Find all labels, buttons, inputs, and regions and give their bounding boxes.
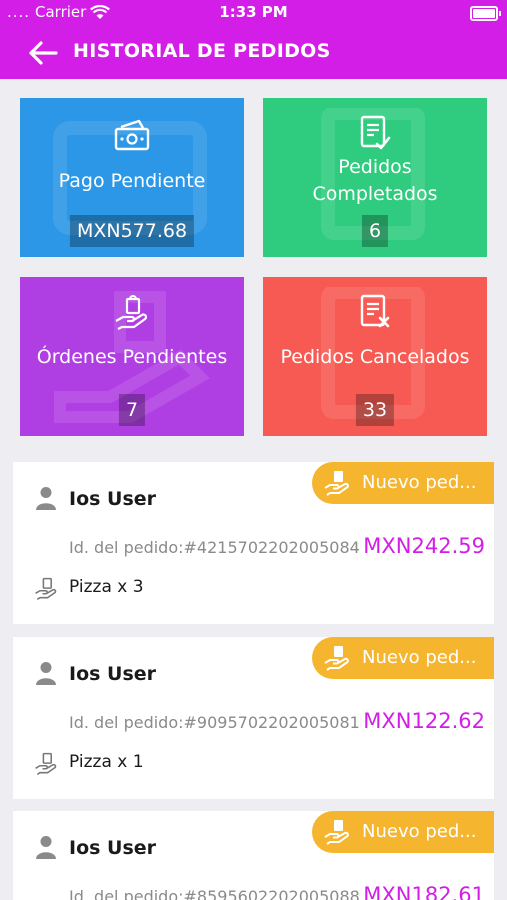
user-icon [36,836,56,859]
tile-pedidos-completados[interactable]: Pedidos Completados 6 [263,98,487,257]
order-items: Pizza x 1 [69,752,144,772]
back-arrow-icon[interactable] [26,38,60,68]
order-card[interactable]: Nuevo ped... Ios User Id. del pedido:#42… [13,462,494,624]
customer-name: Ios User [69,663,157,685]
user-icon [36,662,56,685]
app-header: .... Carrier 1:33 PM HISTORIAL DE PEDIDO… [0,0,507,79]
order-amount: MXN182.61 [363,883,485,900]
order-status-badge[interactable]: Nuevo ped... [312,811,494,853]
tile-label: Pedidos Completados [312,156,438,205]
badge-label: Nuevo ped... [362,472,477,493]
hand-bag-icon [35,752,57,776]
tile-label: Pago Pendiente [58,170,206,192]
money-icon [114,119,150,151]
order-status-badge[interactable]: Nuevo ped... [312,637,494,679]
order-card[interactable]: Nuevo ped... Ios User Id. del pedido:#90… [13,637,494,799]
tile-value: 6 [361,215,389,247]
badge-label: Nuevo ped... [362,647,477,668]
tile-label: Órdenes Pendientes [36,346,228,368]
customer-name: Ios User [69,837,157,859]
order-card[interactable]: Nuevo ped... Ios User Id. del pedido:#85… [13,811,494,900]
tile-pedidos-cancelados[interactable]: Pedidos Cancelados 33 [263,277,487,436]
document-check-icon [360,115,391,150]
hand-bag-icon [35,577,57,601]
customer-name: Ios User [69,488,157,510]
hand-bag-icon [324,820,349,845]
order-amount: MXN122.62 [363,709,485,733]
tile-value: MXN577.68 [69,215,195,247]
tile-ordenes-pendientes[interactable]: Órdenes Pendientes 7 [20,277,244,436]
order-id: Id. del pedido:#4215702202005084 [69,538,360,557]
tile-pago-pendiente[interactable]: Pago Pendiente MXN577.68 [20,98,244,257]
user-icon [36,487,56,510]
order-id: Id. del pedido:#8595602202005088 [69,887,360,900]
order-amount: MXN242.59 [363,534,485,558]
status-bar: .... Carrier 1:33 PM [0,3,507,25]
hand-bag-icon [115,295,148,330]
tile-label: Pedidos Cancelados [280,346,470,368]
page-title: HISTORIAL DE PEDIDOS [73,40,331,62]
badge-label: Nuevo ped... [362,821,477,842]
order-status-badge[interactable]: Nuevo ped... [312,462,494,504]
clock: 1:33 PM [219,3,288,21]
hand-bag-icon [324,471,349,496]
order-items: Pizza x 3 [69,577,144,597]
battery-icon [470,6,501,21]
document-cancel-icon [360,294,390,328]
hand-bag-icon [324,646,349,671]
tile-value: 7 [118,394,146,426]
tile-value: 33 [355,394,395,426]
order-id: Id. del pedido:#9095702202005081 [69,713,360,732]
